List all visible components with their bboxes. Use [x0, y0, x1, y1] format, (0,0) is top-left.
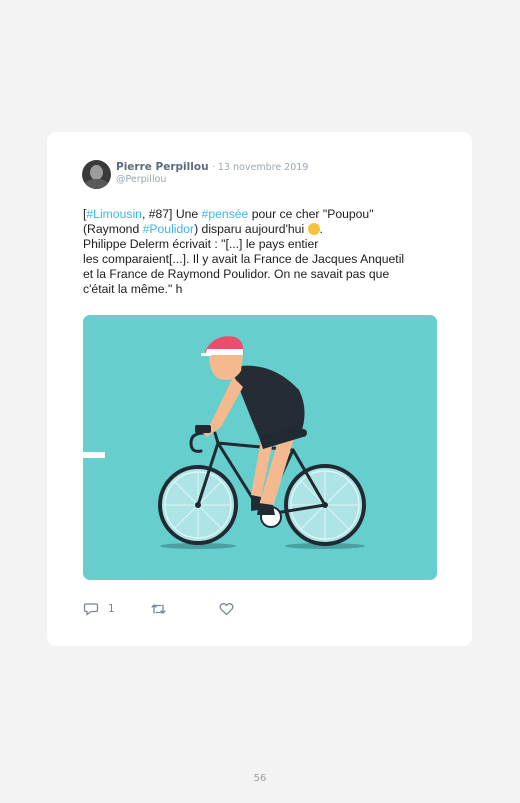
tweet-text: [#Limousin, #87] Une #pensée pour ce che…	[83, 207, 405, 296]
author-name[interactable]: Pierre Perpillou	[116, 161, 209, 173]
like-button[interactable]	[219, 602, 234, 616]
page-number: 56	[253, 773, 267, 784]
cyclist-illustration	[83, 336, 366, 549]
reply-icon	[83, 603, 99, 616]
tweet-actions: 1	[83, 602, 383, 618]
tweet-card: Pierre Perpillou · 13 novembre 2019 @Per…	[47, 132, 472, 646]
crying-face-emoji-icon	[307, 223, 320, 235]
tweet-header: Pierre Perpillou · 13 novembre 2019	[116, 161, 308, 174]
reply-button[interactable]: 1	[83, 602, 115, 616]
retweet-button[interactable]	[150, 602, 167, 616]
retweet-icon	[151, 604, 166, 614]
avatar[interactable]	[82, 160, 111, 189]
tweet-date[interactable]: · 13 novembre 2019	[212, 162, 308, 173]
reply-count: 1	[108, 603, 115, 615]
tweet-media-image[interactable]	[83, 315, 437, 580]
hashtag-limousin[interactable]: #Limousin	[86, 207, 142, 221]
hashtag-poulidor[interactable]: #Poulidor	[143, 222, 195, 236]
heart-icon	[219, 603, 234, 616]
author-handle[interactable]: @Perpillou	[116, 174, 166, 185]
hashtag-pensee[interactable]: #pensée	[202, 207, 249, 221]
